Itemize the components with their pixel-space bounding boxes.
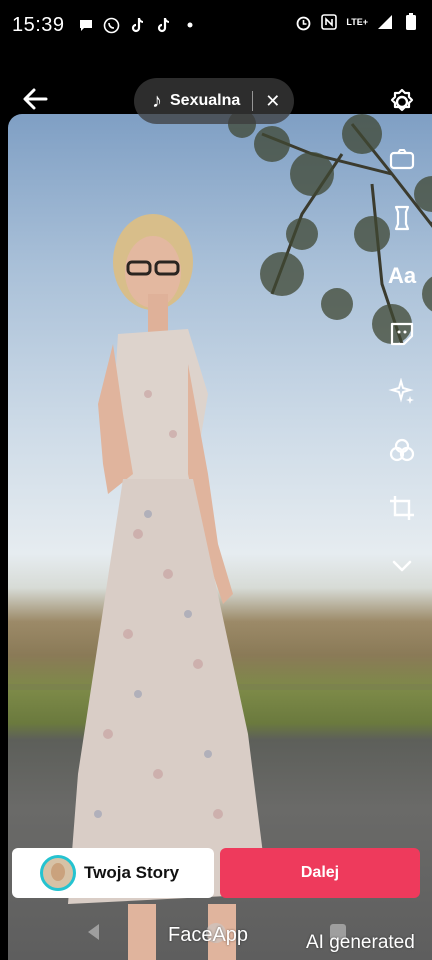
timer-icon bbox=[394, 205, 410, 231]
timer-button[interactable] bbox=[386, 202, 418, 234]
back-button[interactable] bbox=[20, 84, 50, 114]
alarm-icon bbox=[294, 13, 312, 31]
tiktok-icon bbox=[155, 16, 173, 34]
lte-signal-icon bbox=[376, 13, 394, 31]
triangle-back-icon bbox=[88, 924, 99, 940]
effects-icon bbox=[388, 378, 414, 404]
your-story-button[interactable]: Twoja Story bbox=[12, 848, 214, 898]
flip-button[interactable] bbox=[386, 144, 418, 176]
more-chevron-icon bbox=[392, 560, 412, 572]
divider bbox=[252, 91, 254, 111]
flip-icon bbox=[389, 149, 415, 170]
status-bar: 15:39 LTE+ bbox=[0, 0, 432, 50]
crop-button[interactable] bbox=[386, 492, 418, 524]
avatar bbox=[40, 855, 76, 891]
gear-icon bbox=[390, 88, 414, 112]
remove-sound-button[interactable]: ✕ bbox=[265, 91, 280, 112]
sticker-button[interactable] bbox=[386, 318, 418, 350]
chat-bubble-icon bbox=[77, 16, 95, 34]
status-time: 15:39 bbox=[12, 13, 65, 36]
back-arrow-icon bbox=[23, 88, 48, 110]
sound-selector[interactable]: ♪ Sexualna ✕ bbox=[134, 78, 295, 124]
system-back-button[interactable] bbox=[84, 922, 104, 942]
tiktok-icon bbox=[129, 16, 147, 34]
filters-button[interactable] bbox=[386, 434, 418, 466]
crop-icon bbox=[390, 496, 414, 520]
text-button[interactable]: Aa bbox=[386, 260, 418, 292]
next-button[interactable]: Dalej bbox=[220, 848, 420, 898]
filters-icon bbox=[389, 438, 415, 462]
editing-toolbar: Aa bbox=[386, 86, 418, 608]
more-tools-button[interactable] bbox=[386, 550, 418, 582]
ai-generated-watermark: AI generated bbox=[306, 932, 415, 953]
whatsapp-icon bbox=[103, 16, 121, 34]
settings-button[interactable] bbox=[386, 86, 418, 118]
your-story-label: Twoja Story bbox=[84, 863, 180, 882]
effects-button[interactable] bbox=[386, 376, 418, 408]
sound-title: Sexualna bbox=[170, 92, 241, 109]
nfc-icon bbox=[320, 13, 338, 31]
music-note-icon: ♪ bbox=[152, 89, 162, 112]
bottom-action-bar: Twoja Story Dalej bbox=[12, 848, 420, 898]
battery-icon bbox=[402, 13, 420, 31]
dot-icon bbox=[181, 16, 199, 34]
lte-label: LTE+ bbox=[346, 17, 368, 27]
sticker-icon bbox=[390, 322, 414, 346]
photo-preview[interactable] bbox=[8, 114, 432, 960]
faceapp-watermark: FaceApp bbox=[168, 924, 249, 946]
